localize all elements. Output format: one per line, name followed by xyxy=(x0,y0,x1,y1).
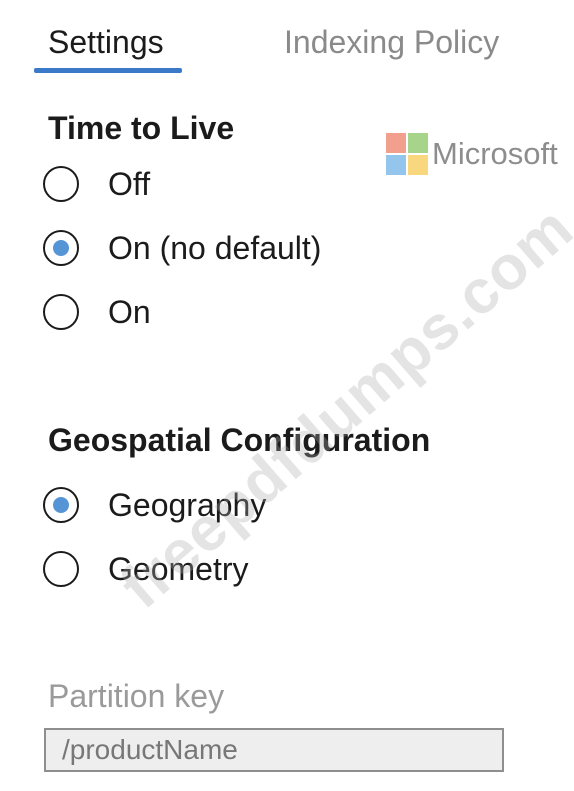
time-to-live-heading: Time to Live xyxy=(48,110,235,146)
radio-selected-dot xyxy=(53,240,69,256)
microsoft-windows-icon xyxy=(386,133,428,175)
logo-square-green xyxy=(408,133,428,153)
logo-square-blue xyxy=(386,155,406,175)
partition-key-label: Partition key xyxy=(48,678,225,714)
microsoft-wordmark: Microsoft xyxy=(432,136,558,171)
logo-square-yellow xyxy=(408,155,428,175)
radio-selected-dot xyxy=(53,497,69,513)
geo-option-geography-label: Geography xyxy=(108,487,267,523)
radio-checked-icon[interactable] xyxy=(43,487,79,523)
active-tab-indicator xyxy=(34,68,182,73)
geo-radio-geography[interactable]: Geography xyxy=(43,485,266,525)
radio-unchecked-icon[interactable] xyxy=(43,551,79,587)
radio-unchecked-icon[interactable] xyxy=(43,166,79,202)
ttl-radio-on-no-default[interactable]: On (no default) xyxy=(43,228,321,268)
tab-settings[interactable]: Settings xyxy=(48,22,164,62)
ttl-radio-on[interactable]: On xyxy=(43,292,151,332)
ttl-radio-off[interactable]: Off xyxy=(43,164,150,204)
logo-square-red xyxy=(386,133,406,153)
tab-indexing-policy[interactable]: Indexing Policy xyxy=(284,22,499,62)
geo-option-geometry-label: Geometry xyxy=(108,551,249,587)
ttl-option-on-no-default-label: On (no default) xyxy=(108,230,322,266)
radio-unchecked-icon[interactable] xyxy=(43,294,79,330)
radio-checked-icon[interactable] xyxy=(43,230,79,266)
geospatial-configuration-heading: Geospatial Configuration xyxy=(48,422,431,458)
microsoft-logo: Microsoft xyxy=(386,133,558,175)
ttl-option-on-label: On xyxy=(108,294,151,330)
geo-radio-geometry[interactable]: Geometry xyxy=(43,549,248,589)
partition-key-field[interactable] xyxy=(44,728,504,772)
ttl-option-off-label: Off xyxy=(108,166,151,202)
